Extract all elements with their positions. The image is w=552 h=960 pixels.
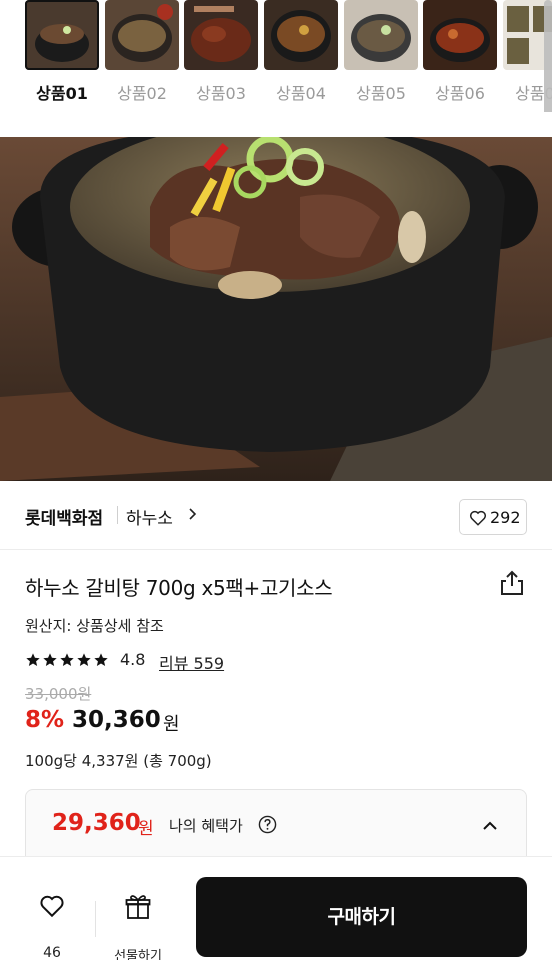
rating-value: 4.8 [120,650,146,669]
sale-price: 30,360 [72,707,161,733]
thumbnail-01[interactable]: 상품01 [25,0,99,110]
original-price: 33,000원 [25,685,92,703]
product-main-image [0,137,552,481]
thumbnail-label: 상품06 [435,84,485,103]
seller-row: 롯데백화점 하누소 292 [0,482,552,550]
thumbnail-label: 상품03 [196,84,246,103]
benefit-price-unit: 원 [138,819,154,839]
question-icon[interactable] [258,815,277,834]
thumbnail-label: 상품05 [356,84,406,103]
thumbnail-label: 상품04 [276,84,326,103]
brand-link[interactable]: 하누소 [126,504,173,529]
wish-count: 46 [43,945,61,960]
gift-label: 선물하기 [114,949,162,960]
like-count: 292 [490,508,521,527]
star-icon [77,653,91,666]
star-icon [26,653,40,666]
price-unit: 원 [163,714,180,735]
heart-icon [40,895,64,918]
thumbnail-05[interactable]: 상품05 [344,0,418,110]
origin-info: 원산지: 상품상세 참조 [25,617,164,635]
star-icon [60,653,74,666]
unit-price: 100g당 4,337원 (총 700g) [25,752,212,770]
thumbnail-image [105,0,179,70]
thumbnail-image [264,0,338,70]
thumbnail-image [423,0,497,70]
thumbnail-03[interactable]: 상품03 [184,0,258,110]
gift-button[interactable]: 선물하기 [108,877,168,960]
product-title: 하누소 갈비탕 700g x5팩+고기소스 [25,576,333,600]
thumbnail-04[interactable]: 상품04 [264,0,338,110]
thumbnail-image [184,0,258,70]
thumbnail-image [25,0,99,70]
share-icon[interactable] [499,569,525,597]
thumbnail-02[interactable]: 상품02 [105,0,179,110]
thumbnail-strip: 상품01 상품02 상품03 상품04 상품05 상품06 상품07 [0,0,552,112]
store-name[interactable]: 롯데백화점 [25,504,103,529]
thumbnail-image [344,0,418,70]
chevron-right-icon[interactable] [186,507,200,521]
bottom-action-bar: 46 선물하기 구매하기 [0,856,552,960]
divider [117,506,118,524]
star-icon [43,653,57,666]
review-link[interactable]: 리뷰 559 [159,650,224,674]
star-icon [94,653,108,666]
benefit-price: 29,360 [52,810,141,836]
wishlist-button[interactable]: 46 [26,877,78,960]
discount-rate: 8% [25,707,65,733]
scrollbar[interactable] [544,0,552,112]
thumbnail-06[interactable]: 상품06 [423,0,497,110]
chevron-up-icon[interactable] [482,818,498,834]
heart-icon [469,510,487,526]
rating-stars [25,650,110,670]
gift-icon [125,895,151,919]
buy-button[interactable]: 구매하기 [196,877,527,957]
thumbnail-label: 상품02 [117,84,167,103]
thumbnail-label: 상품01 [36,84,88,103]
divider [95,901,96,937]
benefit-label: 나의 혜택가 [169,817,243,835]
like-button[interactable]: 292 [459,499,527,535]
